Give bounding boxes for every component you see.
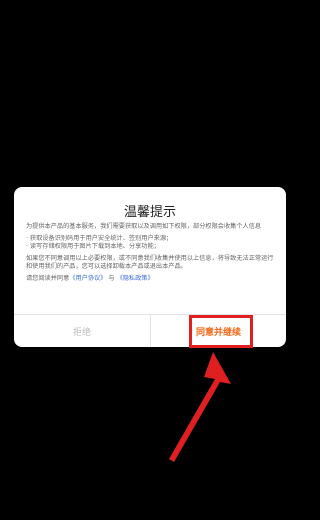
dialog-body: 为提供本产品的基本服务，我们需要获取以及调用如下权限，部分权限会收集个人信息 ·… — [26, 223, 274, 283]
accept-continue-button[interactable]: 同意并继续 — [151, 315, 286, 347]
intro-text: 为提供本产品的基本服务，我们需要获取以及调用如下权限，部分权限会收集个人信息 — [26, 223, 262, 230]
user-agreement-link[interactable]: 《用户协议》 — [69, 275, 106, 282]
agree-line: 请您阅读并同意《用户协议》 与 《隐私政策》 — [26, 275, 274, 283]
permission-dialog: 温馨提示 为提供本产品的基本服务，我们需要获取以及调用如下权限，部分权限会收集个… — [14, 187, 286, 347]
dialog-title: 温馨提示 — [123, 205, 176, 220]
permission-list: · 获取设备识别码用于用户安全统计、签别用户来源； · 读写存储权限用于图片下载… — [26, 235, 274, 251]
permission-item: · 获取设备识别码用于用户安全统计、签别用户来源； — [26, 235, 173, 242]
agree-joiner: 与 — [108, 275, 115, 282]
permission-item: · 读写存储权限用于图片下载到本地、分享功能； — [26, 243, 160, 250]
reject-button[interactable]: 拒绝 — [14, 315, 150, 347]
privacy-policy-link[interactable]: 《隐私政策》 — [117, 275, 154, 282]
agree-prefix: 请您阅读并同意 — [26, 275, 70, 282]
notice-text: 如果您不同意调用以上必要权限，或不同意我们收集并使用以上信息，将导致无法正常运行… — [26, 255, 274, 270]
